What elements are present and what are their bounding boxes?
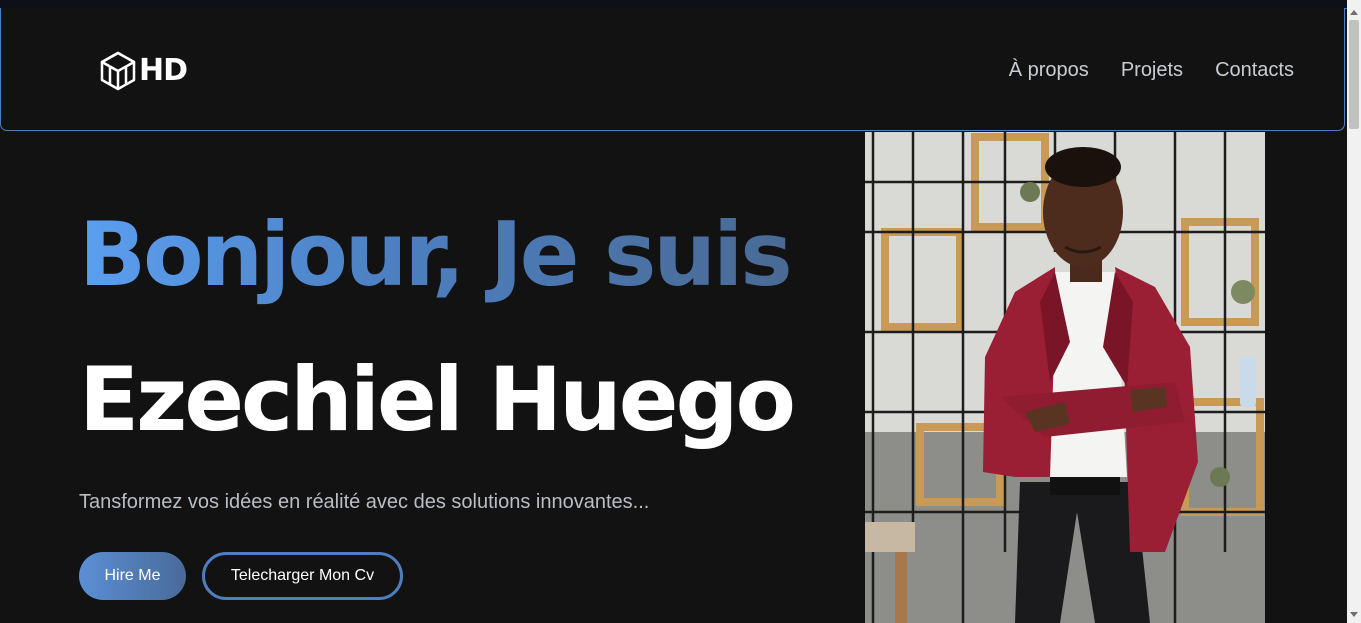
profile-photo — [865, 132, 1265, 623]
nav-link-projets[interactable]: Projets — [1121, 57, 1183, 83]
nav-links: À propos Projets Contacts — [1009, 57, 1294, 83]
nav-link-contacts[interactable]: Contacts — [1215, 57, 1294, 83]
scroll-up-arrow-icon[interactable] — [1350, 10, 1358, 15]
scroll-down-arrow-icon[interactable] — [1350, 612, 1358, 617]
download-cv-button[interactable]: Telecharger Mon Cv — [202, 552, 403, 600]
hire-me-button[interactable]: Hire Me — [79, 552, 186, 600]
logo-text: HD — [139, 53, 188, 88]
hero-name: Ezechiel Huego — [79, 348, 796, 451]
navbar: HD À propos Projets Contacts — [0, 8, 1345, 131]
logo[interactable]: HD — [100, 51, 188, 91]
nav-link-a-propos[interactable]: À propos — [1009, 57, 1089, 83]
hero-greeting: Bonjour, Je suis — [79, 200, 793, 310]
hero-tagline: Tansformez vos idées en réalité avec des… — [79, 491, 650, 513]
scroll-thumb[interactable] — [1349, 20, 1359, 129]
scrollbar[interactable] — [1347, 0, 1361, 623]
cube-icon — [100, 51, 136, 91]
